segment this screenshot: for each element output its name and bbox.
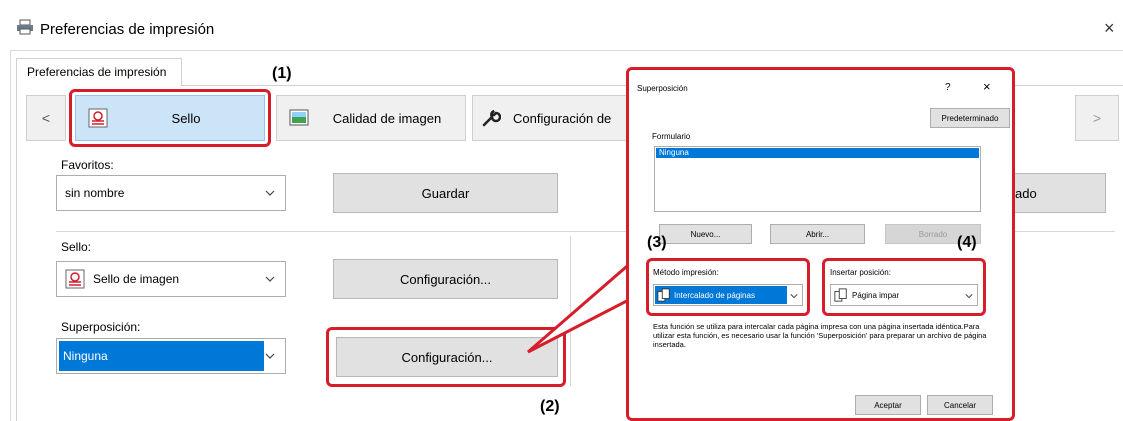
print-method-value: Intercalado de páginas bbox=[674, 290, 755, 300]
chevron-down-icon bbox=[965, 294, 973, 299]
form-list[interactable]: Ninguna bbox=[654, 146, 981, 212]
favorites-select[interactable]: sin nombre bbox=[56, 175, 286, 211]
chevron-down-icon bbox=[265, 190, 275, 196]
divider bbox=[570, 236, 571, 386]
wrench-icon bbox=[482, 109, 501, 127]
print-method-label: Método impresión: bbox=[653, 268, 719, 277]
image-quality-icon bbox=[289, 109, 309, 126]
stamp-select[interactable]: Sello de imagen bbox=[56, 261, 286, 297]
ribbon-next-button[interactable]: > bbox=[1075, 95, 1119, 141]
stamp-value: Sello de imagen bbox=[93, 272, 180, 286]
ribbon-prev-button[interactable]: < bbox=[26, 95, 66, 141]
dialog-close-icon[interactable]: × bbox=[983, 79, 991, 94]
pages-icon bbox=[834, 288, 847, 302]
form-list-item[interactable]: Ninguna bbox=[656, 148, 979, 158]
ribbon-item-label: Calidad de imagen bbox=[332, 110, 442, 126]
overlay-value: Ninguna bbox=[63, 349, 108, 363]
cancel-button[interactable]: Cancelar bbox=[927, 395, 993, 415]
callout-highlight-2 bbox=[326, 327, 566, 387]
overlay-label: Superposición: bbox=[61, 320, 141, 334]
favorites-value: sin nombre bbox=[65, 186, 125, 200]
form-label: Formulario bbox=[652, 132, 691, 141]
callout-4: (4) bbox=[957, 234, 977, 251]
chevron-down-icon bbox=[265, 353, 275, 359]
stamp-icon bbox=[65, 269, 85, 289]
default-button[interactable]: Predeterminado bbox=[930, 108, 1010, 128]
stamp-config-button[interactable]: Configuración... bbox=[333, 259, 558, 299]
overlay-dialog: Superposición ? × Predeterminado Formula… bbox=[626, 67, 1015, 421]
ribbon-item-image-quality[interactable]: Calidad de imagen bbox=[276, 95, 466, 141]
insert-position-select[interactable]: Página impar bbox=[830, 284, 978, 306]
ribbon-item-config[interactable]: Configuración de bbox=[472, 95, 632, 141]
description-text: Esta función se utiliza para intercalar … bbox=[653, 322, 987, 349]
defaults-button[interactable]: ado bbox=[1000, 173, 1106, 213]
insert-position-value: Página impar bbox=[852, 290, 900, 300]
dialog-title: Superposición bbox=[637, 84, 688, 93]
close-icon[interactable]: × bbox=[1104, 18, 1115, 39]
divider bbox=[56, 231, 626, 232]
callout-3: (3) bbox=[647, 234, 667, 251]
help-icon[interactable]: ? bbox=[945, 82, 951, 93]
ok-button[interactable]: Aceptar bbox=[855, 395, 921, 415]
chevron-down-icon bbox=[265, 276, 275, 282]
chevron-down-icon bbox=[790, 294, 798, 299]
new-button[interactable]: Nuevo... bbox=[659, 224, 752, 244]
stamp-label: Sello: bbox=[61, 240, 92, 254]
divider bbox=[1015, 231, 1115, 232]
printer-icon bbox=[17, 19, 33, 35]
tab-print-preferences[interactable]: Preferencias de impresión bbox=[16, 58, 182, 86]
callout-1: (1) bbox=[272, 65, 292, 82]
window-title: Preferencias de impresión bbox=[40, 21, 215, 38]
favorites-label: Favoritos: bbox=[61, 158, 114, 172]
callout-highlight-1 bbox=[69, 89, 271, 147]
insert-position-label: Insertar posición: bbox=[830, 268, 891, 277]
ribbon-item-label: Configuración de bbox=[513, 110, 612, 126]
pages-icon bbox=[657, 288, 670, 302]
save-button[interactable]: Guardar bbox=[333, 173, 558, 213]
open-button[interactable]: Abrir... bbox=[770, 224, 865, 244]
callout-2: (2) bbox=[540, 398, 560, 415]
print-method-select[interactable]: Intercalado de páginas bbox=[653, 284, 803, 306]
overlay-select[interactable]: Ninguna bbox=[56, 338, 286, 374]
